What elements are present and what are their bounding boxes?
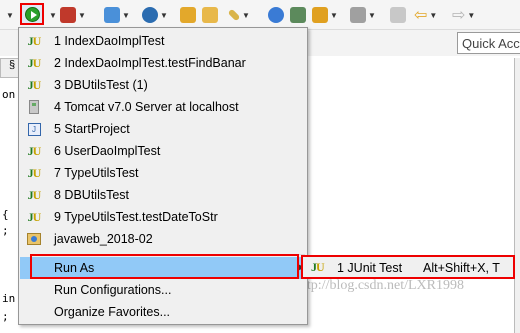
run-button[interactable] (20, 3, 44, 25)
menu-item-dbutilstest-1[interactable]: JU 3 DBUtilsTest (1) (20, 74, 306, 96)
arrow-down-icon (312, 7, 328, 23)
code-fragment: in (2, 292, 16, 305)
folder-icon (180, 7, 196, 23)
tomcat-server-icon (26, 99, 42, 115)
main-toolbar: ▼ ▼ ▼ ▼ ▼ ▼ ▼ ▼ ⇦ ▼ ⇨ ▼ (0, 0, 520, 30)
junit-icon: JU (27, 55, 42, 70)
menu-item-label: 3 DBUtilsTest (1) (54, 78, 148, 92)
menu-item-testdatetostr[interactable]: JU 9 TypeUtilsTest.testDateToStr (20, 206, 306, 228)
junit-icon: JU (27, 143, 42, 158)
menu-item-label: 8 DBUtilsTest (54, 188, 130, 202)
server-button[interactable]: ▼ (142, 6, 168, 24)
forward-button[interactable]: ⇨ ▼ (452, 6, 475, 24)
code-fragment: ; (2, 224, 9, 237)
quick-access-input[interactable]: Quick Acce (457, 32, 520, 54)
toolbar-dropdown-left[interactable]: ▼ (4, 6, 14, 24)
menu-item-tomcat-server[interactable]: 4 Tomcat v7.0 Server at localhost (20, 96, 306, 118)
menu-item-label: 4 Tomcat v7.0 Server at localhost (54, 100, 239, 114)
open-folder-icon (202, 7, 218, 23)
menu-item-label: 9 TypeUtilsTest.testDateToStr (54, 210, 218, 224)
chevron-down-icon: ▼ (242, 10, 250, 20)
chevron-down-icon: ▼ (122, 10, 130, 20)
chevron-down-icon: ▼ (160, 10, 168, 20)
annotation-button[interactable] (290, 6, 306, 24)
arrow-up-icon (350, 7, 366, 23)
last-edit-icon (390, 7, 406, 23)
code-fragment: ; (2, 310, 9, 323)
watermark: http://blog.csdn.net/LXR1998 (296, 278, 464, 293)
code-fragment: on (2, 88, 16, 101)
chevron-down-icon: ▼ (368, 10, 376, 20)
new-wizard-icon (104, 7, 120, 23)
menu-item-userdaoimpltest[interactable]: JU 6 UserDaoImplTest (20, 140, 306, 162)
arrow-left-icon: ⇦ (414, 7, 428, 24)
menu-item-label: 7 TypeUtilsTest (54, 166, 139, 180)
junit-icon: JU (27, 165, 42, 180)
menu-item-label: 1 IndexDaoImplTest (54, 34, 165, 48)
junit-icon: JU (27, 209, 42, 224)
junit-icon: JU (27, 77, 42, 92)
submenu-item-junit-test[interactable]: JU 1 JUnit Test Alt+Shift+X, T (303, 257, 513, 277)
menu-item-label: Run Configurations... (54, 283, 172, 297)
arrow-right-icon: ⇨ (452, 7, 466, 24)
globe-button[interactable] (268, 6, 284, 24)
junit-icon: JU (27, 33, 42, 48)
menu-item-testfindbanar[interactable]: JU 2 IndexDaoImplTest.testFindBanar (20, 52, 306, 74)
junit-icon: JU (27, 187, 42, 202)
server-icon (142, 7, 158, 23)
menu-item-startproject[interactable]: J 5 StartProject (20, 118, 306, 140)
submenu-item-label: 1 JUnit Test (337, 261, 403, 275)
java-app-icon: J (26, 121, 42, 137)
run-history-menu: JU 1 IndexDaoImplTest JU 2 IndexDaoImplT… (18, 27, 308, 325)
annotation-highlight-run-as (30, 254, 299, 279)
chevron-down-icon: ▼ (330, 10, 338, 20)
prev-annotation-button[interactable]: ▼ (350, 6, 376, 24)
chevron-down-icon: ▼ (49, 10, 57, 20)
run-as-submenu: JU 1 JUnit Test Alt+Shift+X, T (301, 255, 515, 279)
menu-item-javaweb[interactable]: javaweb_2018-02 (20, 228, 306, 250)
external-tools-button[interactable]: ▼ (60, 6, 86, 24)
chevron-down-icon: ▼ (467, 10, 476, 20)
open-type-button[interactable] (180, 6, 196, 24)
open-resource-button[interactable] (202, 6, 218, 24)
new-button[interactable]: ▼ (104, 6, 130, 24)
submenu-item-accelerator: Alt+Shift+X, T (423, 261, 500, 275)
chevron-down-icon: ▼ (6, 10, 14, 20)
annotation-icon (290, 7, 306, 23)
menu-item-label: 2 IndexDaoImplTest.testFindBanar (54, 56, 246, 70)
code-fragment: { (2, 208, 9, 221)
run-dropdown-button[interactable]: ▼ (47, 6, 57, 24)
globe-icon (268, 7, 284, 23)
external-tools-icon (60, 7, 76, 23)
back-button[interactable]: ⇦ ▼ (414, 6, 437, 24)
chevron-down-icon: ▼ (78, 10, 86, 20)
menu-item-label: 6 UserDaoImplTest (54, 144, 161, 158)
junit-icon: JU (311, 260, 325, 274)
menu-item-label: 5 StartProject (54, 122, 130, 136)
editor-fragment: § (9, 59, 16, 71)
web-project-icon (26, 231, 42, 247)
chevron-down-icon: ▼ (429, 10, 438, 20)
search-button[interactable]: ▼ (227, 6, 250, 24)
menu-item-indexdaoimpltest[interactable]: JU 1 IndexDaoImplTest (20, 30, 306, 52)
menu-item-label: Organize Favorites... (54, 305, 171, 319)
next-annotation-button[interactable]: ▼ (312, 6, 338, 24)
right-panel (514, 58, 520, 333)
menu-item-organize-favorites[interactable]: Organize Favorites... (20, 301, 306, 323)
menu-item-dbutilstest[interactable]: JU 8 DBUtilsTest (20, 184, 306, 206)
menu-item-typeutilstest[interactable]: JU 7 TypeUtilsTest (20, 162, 306, 184)
menu-item-run-configurations[interactable]: Run Configurations... (20, 279, 306, 301)
last-edit-button[interactable] (390, 6, 406, 24)
brush-icon (227, 8, 241, 22)
run-icon (25, 7, 40, 22)
menu-item-label: javaweb_2018-02 (54, 232, 153, 246)
